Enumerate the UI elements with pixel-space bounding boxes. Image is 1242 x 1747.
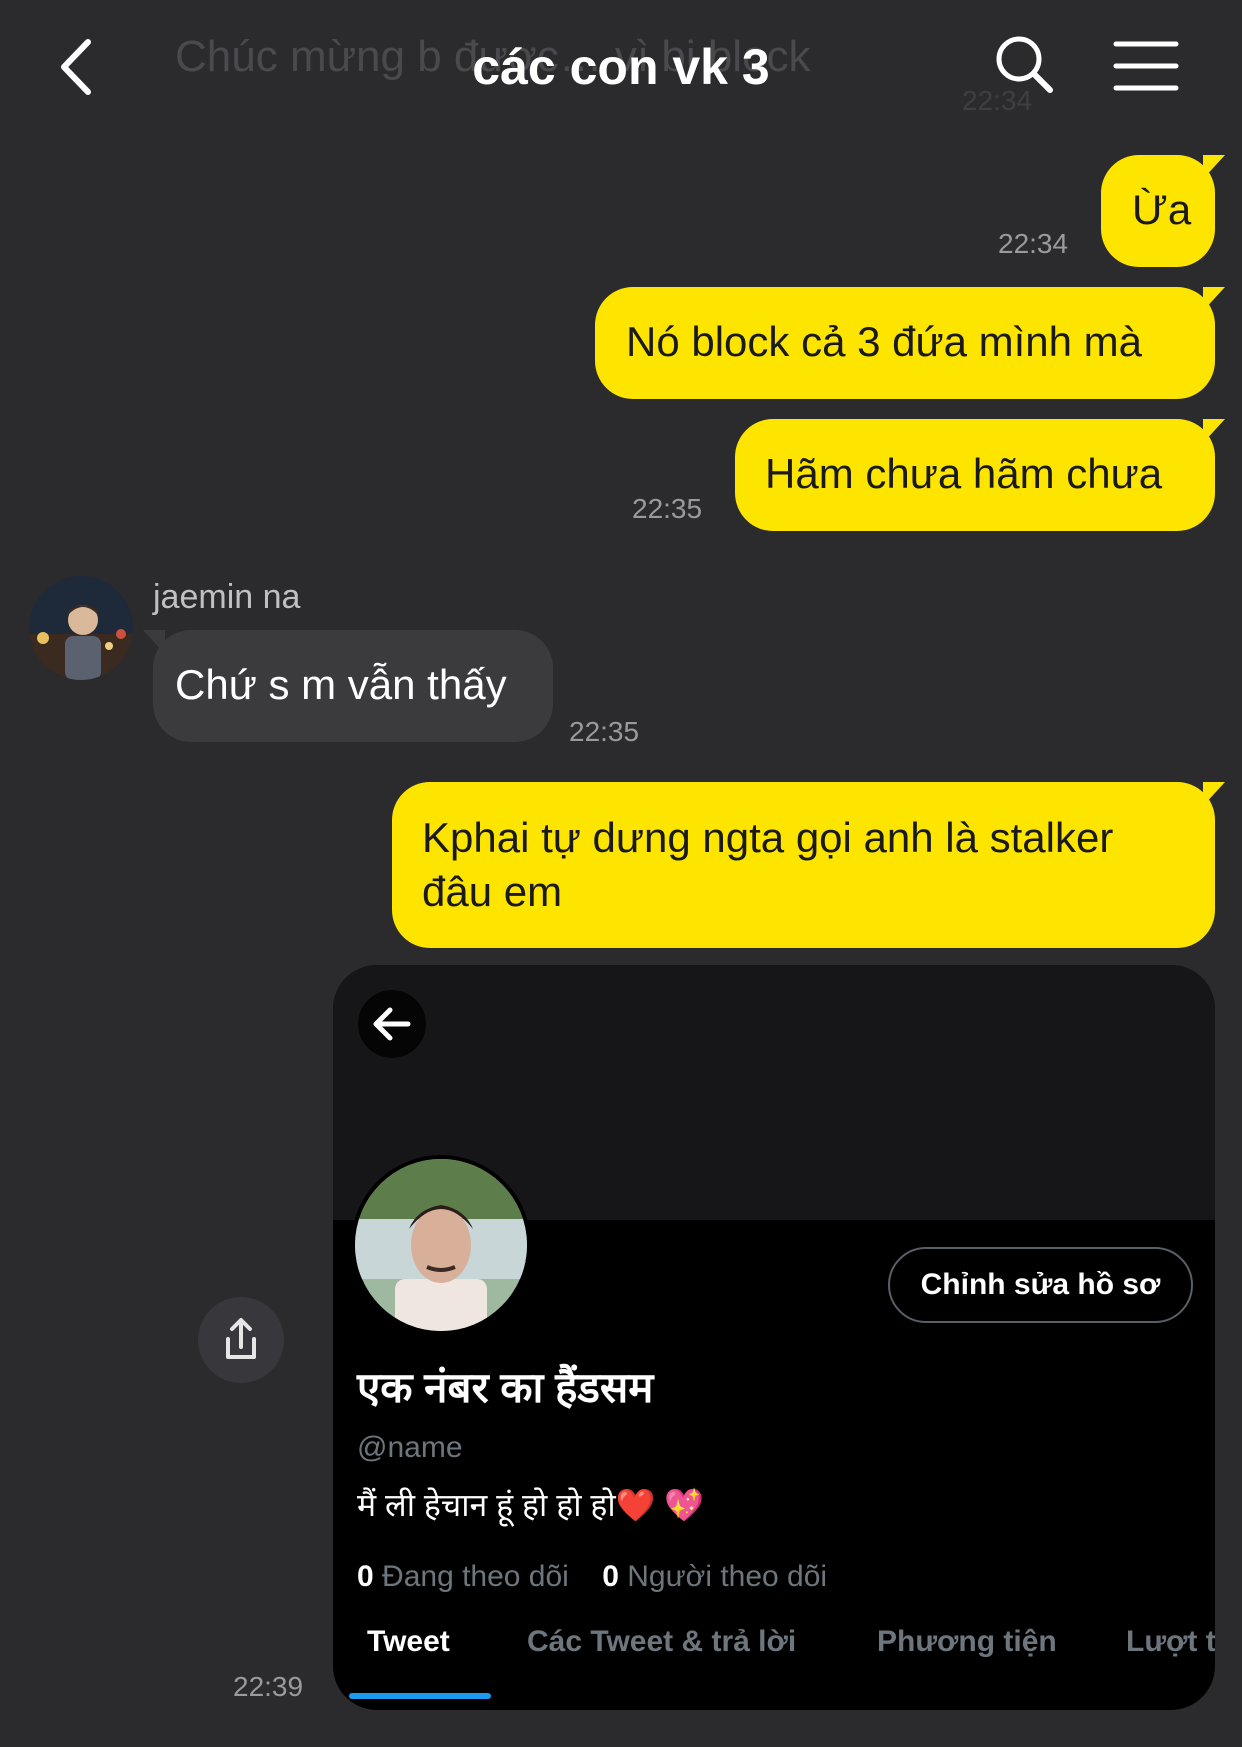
message-bubble[interactable]: Nó block cả 3 đứa mình mà <box>595 287 1225 399</box>
edit-profile-button: Chỉnh sửa hồ sơ <box>888 1247 1193 1323</box>
profile-stats: 0 Đang theo dõi 0 Người theo dõi <box>357 1560 827 1594</box>
tab-likes: Lượt t <box>1126 1625 1215 1658</box>
following-label: Đang theo dõi <box>382 1560 569 1593</box>
message-text: Chứ s m vẫn thấy <box>175 661 507 708</box>
message-text: Ừa <box>1132 186 1192 233</box>
message-time: 22:39 <box>233 1671 304 1702</box>
message-text: Hãm chưa hãm chưa <box>765 450 1163 497</box>
profile-tabs: Tweet Các Tweet & trả lời Phương tiện Lư… <box>333 1625 1215 1695</box>
message-text-line: Kphai tự dưng ngta gọi anh là stalker <box>422 814 1114 861</box>
message-bubble[interactable]: Ừa <box>1101 155 1225 267</box>
tab-media: Phương tiện <box>877 1625 1057 1658</box>
followers-count: 0 <box>602 1560 619 1593</box>
chevron-left-icon[interactable] <box>52 32 112 102</box>
menu-icon[interactable] <box>1112 38 1180 94</box>
message-time: 22:34 <box>998 228 1069 259</box>
tab-tweets-replies: Các Tweet & trả lời <box>527 1625 797 1658</box>
message-time: 22:35 <box>569 716 640 747</box>
avatar[interactable] <box>29 576 133 680</box>
profile-handle: @name <box>357 1431 463 1464</box>
followers-label: Người theo dõi <box>627 1560 828 1593</box>
message-bubble[interactable]: Hãm chưa hãm chưa <box>735 419 1225 531</box>
message-bubble[interactable]: Chứ s m vẫn thấy <box>143 630 553 742</box>
shared-screenshot-image[interactable]: Chỉnh sửa hồ sơ एक नंबर का हैंडसम @name … <box>333 965 1215 1710</box>
message-bubble[interactable]: Kphai tự dưng ngta gọi anh là stalker đâ… <box>392 782 1225 948</box>
sender-name: jaemin na <box>153 578 301 616</box>
following-count: 0 <box>357 1560 374 1593</box>
share-icon[interactable] <box>198 1297 284 1383</box>
active-tab-indicator <box>349 1693 491 1699</box>
tab-tweet: Tweet <box>367 1625 450 1658</box>
profile-bio: मैं ली हेचान हूं हो हो हो❤️ 💖 <box>357 1487 705 1523</box>
message-text: Nó block cả 3 đứa mình mà <box>626 318 1143 365</box>
arrow-left-icon <box>358 990 426 1058</box>
profile-display-name: एक नंबर का हैंडसम <box>357 1364 654 1411</box>
chat-header: Chúc mừng b được… vì bị block 22:34 các … <box>0 0 1242 130</box>
search-icon[interactable] <box>990 30 1060 100</box>
profile-avatar <box>351 1155 531 1335</box>
message-time: 22:35 <box>632 493 703 524</box>
message-text-line: đâu em <box>422 868 563 915</box>
